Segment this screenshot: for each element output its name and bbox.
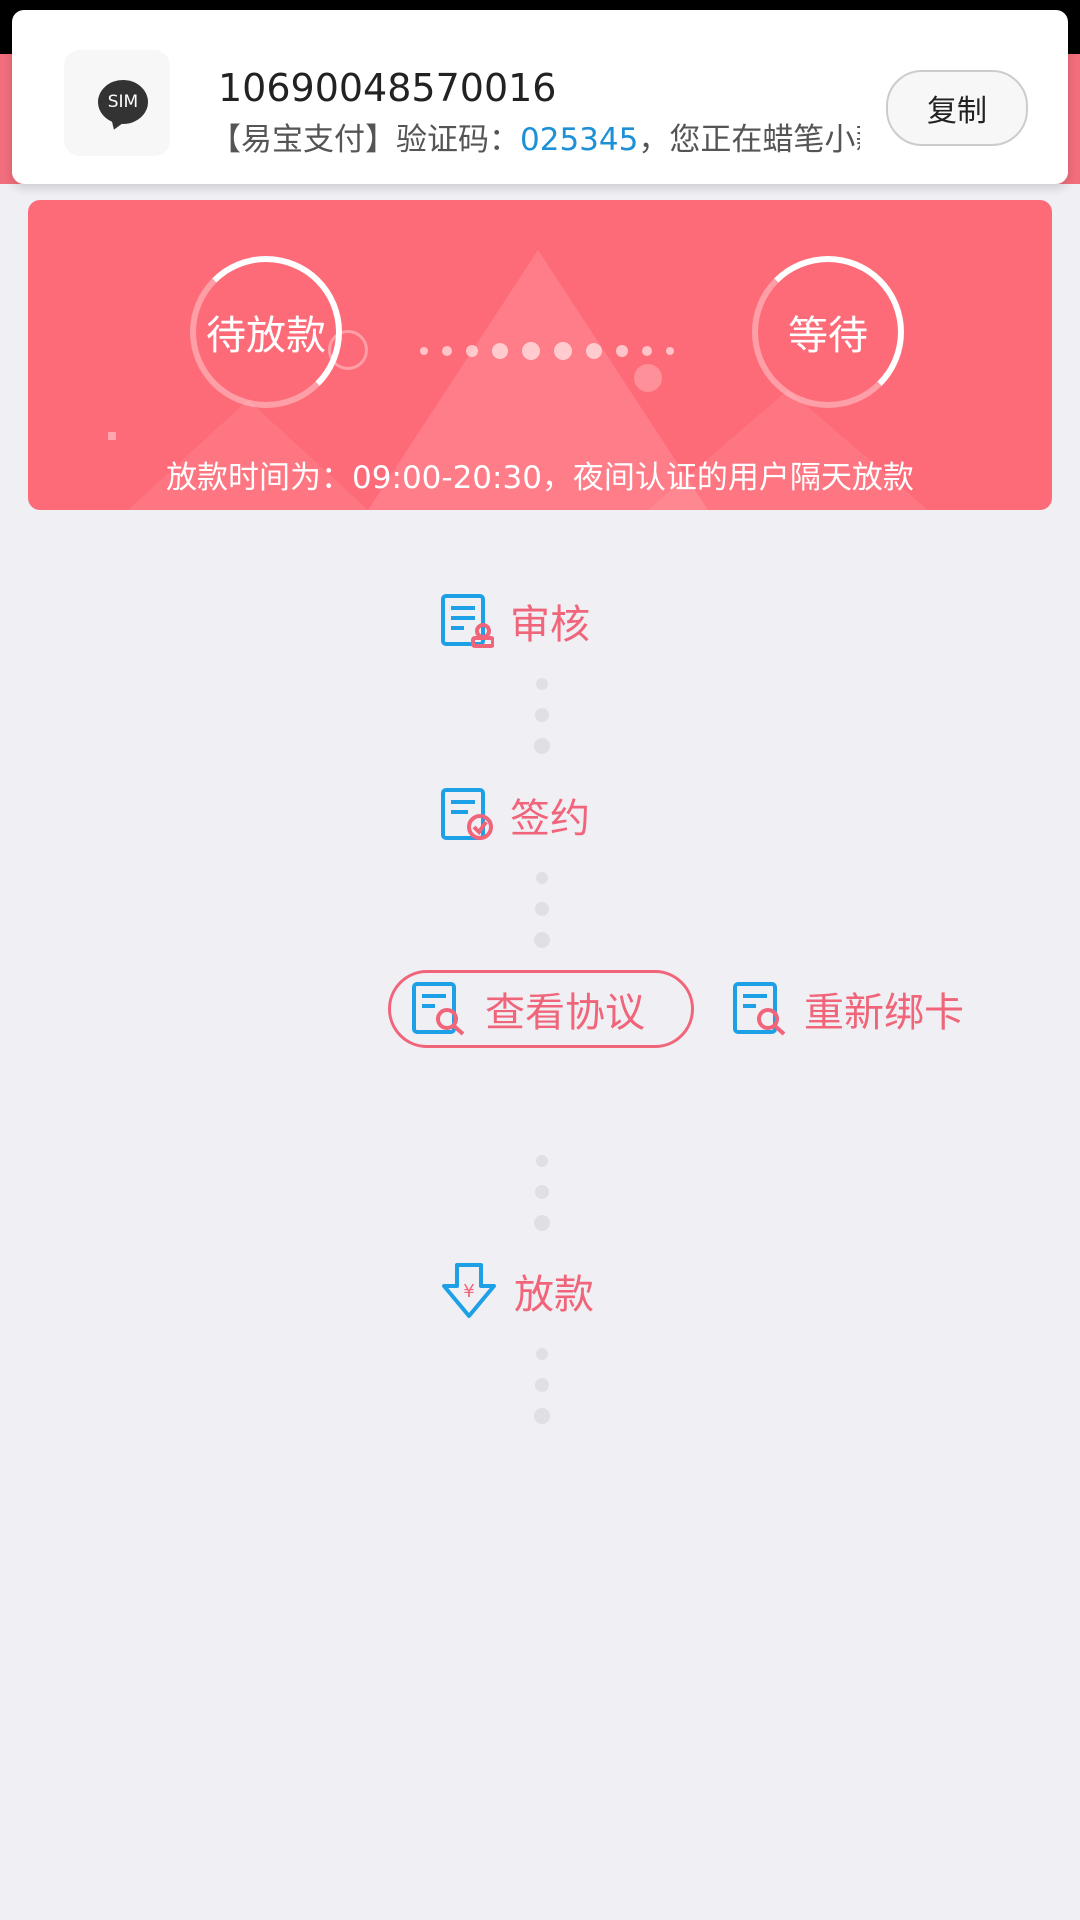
sms-notification[interactable]: SIM 10690048570016 【易宝支付】验证码：025345，您正在蜡… — [12, 10, 1068, 184]
step-connector — [534, 1155, 550, 1231]
progress-dot — [442, 346, 452, 356]
sim-icon-label: SIM — [107, 92, 139, 112]
progress-dot — [522, 342, 540, 360]
rebind-card-button[interactable]: 重新绑卡 — [732, 980, 964, 1038]
bubble-decoration — [634, 364, 662, 392]
step-review-label: 审核 — [510, 602, 590, 648]
sms-message-suffix: ，您正在蜡笔小薪… — [638, 122, 860, 158]
step-connector — [534, 678, 550, 754]
view-agreement-label: 查看协议 — [485, 990, 645, 1036]
progress-dot — [616, 345, 628, 357]
document-search-icon — [733, 982, 786, 1036]
sms-code: 025345 — [520, 122, 639, 158]
download-yuan-icon: ¥ — [442, 1263, 496, 1318]
progress-dot — [466, 345, 478, 357]
rebind-card-label: 重新绑卡 — [804, 990, 964, 1036]
waiting-indicator: 等待 — [752, 256, 904, 408]
step-connector — [534, 1348, 550, 1424]
document-user-icon — [441, 594, 494, 648]
progress-dot — [420, 347, 428, 355]
progress-dot — [554, 342, 572, 360]
sim-message-icon: SIM — [98, 80, 148, 124]
progress-dot — [586, 343, 602, 359]
pending-loan-label: 待放款 — [206, 313, 326, 359]
step-loan-label: 放款 — [514, 1272, 594, 1318]
sms-message: 【易宝支付】验证码：025345，您正在蜡笔小薪… — [210, 114, 860, 159]
loan-status-banner: 待放款 等待 放款时间为：09:00-20:30，夜间认证的用户隔天放款 — [28, 200, 1052, 510]
view-agreement-button[interactable]: 查看协议 — [388, 970, 694, 1048]
step-loan: ¥ 放款 — [440, 1262, 594, 1320]
progress-dots — [420, 342, 674, 360]
document-check-icon — [441, 788, 493, 840]
step-review: 审核 — [440, 592, 590, 650]
waiting-label: 等待 — [788, 313, 868, 359]
sparkle-decoration — [108, 432, 116, 440]
sms-message-prefix: 【易宝支付】验证码： — [210, 122, 520, 158]
document-search-icon — [412, 982, 465, 1036]
copy-button[interactable]: 复制 — [886, 70, 1028, 146]
pending-loan-indicator: 待放款 — [190, 256, 342, 408]
step-connector — [534, 872, 550, 948]
progress-dot — [666, 347, 674, 355]
sms-sender: 10690048570016 — [218, 66, 557, 110]
progress-dot — [642, 346, 652, 356]
step-sign-label: 签约 — [510, 796, 590, 842]
progress-dot — [492, 343, 508, 359]
svg-text:¥: ¥ — [463, 1281, 474, 1302]
loan-time-note: 放款时间为：09:00-20:30，夜间认证的用户隔天放款 — [166, 460, 914, 496]
step-sign: 签约 — [440, 786, 590, 844]
